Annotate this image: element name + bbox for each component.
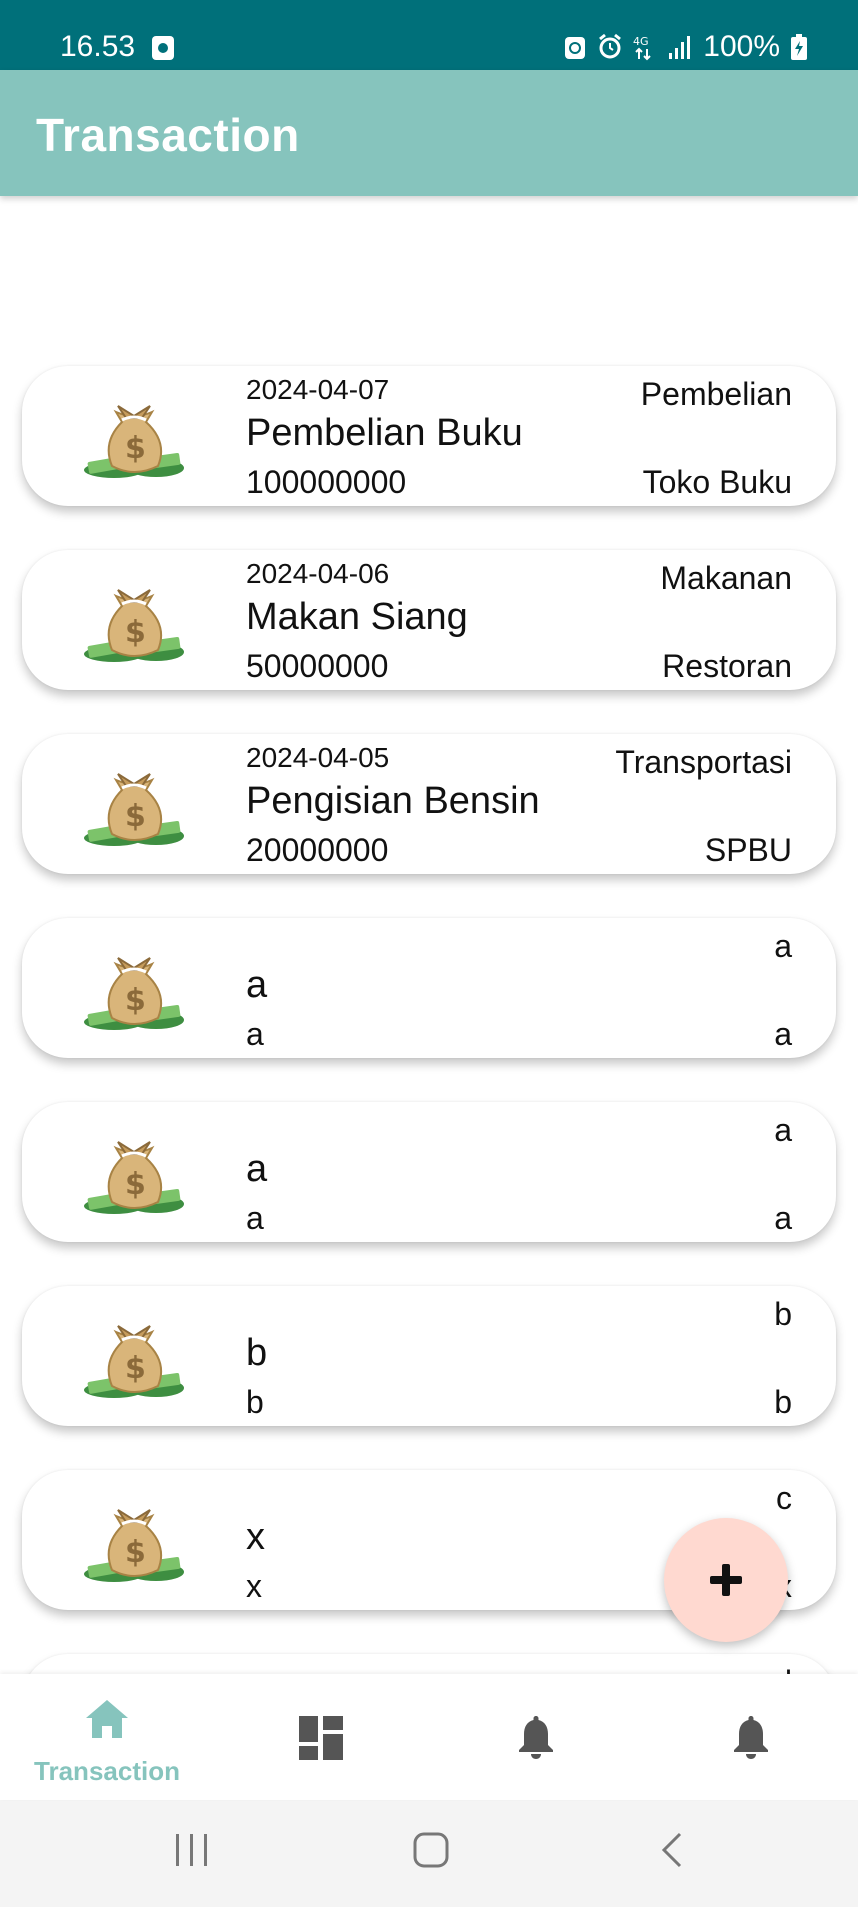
transaction-date: 2024-04-06 xyxy=(246,558,390,589)
transaction-amount: 50000000 xyxy=(246,648,389,684)
money-bag-icon: $ xyxy=(82,1122,186,1226)
transaction-card[interactable]: $ 2024-04-07 Pembelian Buku 100000000 Pe… xyxy=(22,366,836,506)
app-bar: Transaction xyxy=(0,70,858,196)
add-transaction-button[interactable] xyxy=(664,1518,788,1642)
transaction-card[interactable]: $ a a a a xyxy=(22,1102,836,1242)
transaction-category: d xyxy=(774,1664,792,1674)
transaction-title: Pembelian Buku xyxy=(246,412,523,454)
nav-label-transaction: Transaction xyxy=(34,1756,180,1786)
transaction-date: 2024-04-07 xyxy=(246,374,390,405)
alarm-icon xyxy=(597,33,622,61)
transaction-place: a xyxy=(774,1016,792,1052)
svg-text:$: $ xyxy=(125,1351,146,1386)
transaction-place: b xyxy=(774,1384,792,1420)
money-bag-icon: $ xyxy=(82,570,186,674)
transaction-place: Toko Buku xyxy=(642,464,792,500)
transaction-card[interactable]: d xyxy=(22,1654,836,1674)
money-bag-icon: $ xyxy=(82,938,186,1042)
nav-item-dashboard[interactable] xyxy=(214,1674,428,1800)
transaction-amount: a xyxy=(246,1200,264,1236)
home-button-icon[interactable] xyxy=(412,1830,452,1875)
status-time: 16.53 xyxy=(60,30,136,63)
nav-item-notifications[interactable] xyxy=(429,1674,643,1800)
transaction-date: 2024-04-05 xyxy=(246,742,390,773)
transaction-place: Restoran xyxy=(662,648,792,684)
transaction-place: SPBU xyxy=(704,832,792,868)
transaction-title: a xyxy=(246,964,268,1006)
transaction-title: x xyxy=(246,1516,265,1558)
svg-text:$: $ xyxy=(125,431,146,466)
transaction-title: Makan Siang xyxy=(246,596,468,638)
transaction-title: a xyxy=(246,1148,268,1190)
transaction-amount: b xyxy=(246,1384,264,1420)
svg-text:$: $ xyxy=(125,1167,146,1202)
money-bag-icon: $ xyxy=(82,1490,186,1594)
signal-icon xyxy=(667,33,693,61)
home-icon xyxy=(84,1698,130,1745)
recent-apps-icon[interactable] xyxy=(174,1830,210,1875)
money-bag-icon: $ xyxy=(82,386,186,490)
transaction-category: Transportasi xyxy=(615,744,792,780)
page-title: Transaction xyxy=(36,109,300,161)
sync-icon xyxy=(563,33,587,61)
dashboard-icon xyxy=(299,1716,343,1765)
transaction-amount: 100000000 xyxy=(246,464,407,500)
transaction-amount: x xyxy=(246,1568,262,1604)
svg-text:4G: 4G xyxy=(633,35,649,48)
transaction-title: Pengisian Bensin xyxy=(246,780,540,822)
transaction-category: Pembelian xyxy=(640,376,792,412)
network-4g-icon: 4G xyxy=(631,33,657,61)
transaction-card[interactable]: $ 2024-04-05 Pengisian Bensin 20000000 T… xyxy=(22,734,836,874)
transaction-list[interactable]: $ 2024-04-07 Pembelian Buku 100000000 Pe… xyxy=(0,196,858,1674)
transaction-category: a xyxy=(774,928,792,964)
status-bar: 16.53 4G 100% xyxy=(0,0,858,70)
svg-text:$: $ xyxy=(125,1535,146,1570)
gallery-icon xyxy=(152,36,174,60)
status-right-group: 4G 100% xyxy=(563,30,808,64)
transaction-category: b xyxy=(774,1296,792,1332)
nav-item-notifications-2[interactable] xyxy=(644,1674,858,1800)
plus-icon xyxy=(710,1564,742,1596)
bell-icon xyxy=(731,1714,771,1765)
transaction-card[interactable]: $ 2024-04-06 Makan Siang 50000000 Makana… xyxy=(22,550,836,690)
transaction-category: Makanan xyxy=(660,560,792,596)
back-icon[interactable] xyxy=(658,1830,686,1875)
svg-text:$: $ xyxy=(125,983,146,1018)
transaction-card[interactable]: $ a a a a xyxy=(22,918,836,1058)
battery-charging-icon xyxy=(790,33,808,61)
screen: 16.53 4G 100% Transaction $ 2024-04-07 P… xyxy=(0,0,858,1907)
bottom-navigation: Transaction xyxy=(0,1674,858,1800)
money-bag-icon: $ xyxy=(82,754,186,858)
transaction-title: b xyxy=(246,1332,268,1374)
battery-percent: 100% xyxy=(703,30,780,63)
transaction-category: a xyxy=(774,1112,792,1148)
transaction-card[interactable]: $ b b b b xyxy=(22,1286,836,1426)
transaction-category: c xyxy=(776,1480,792,1516)
transaction-place: a xyxy=(774,1200,792,1236)
transaction-amount: 20000000 xyxy=(246,832,389,868)
svg-text:$: $ xyxy=(125,615,146,650)
money-bag-icon: $ xyxy=(82,1306,186,1410)
system-navigation-bar xyxy=(0,1800,858,1907)
bell-icon xyxy=(516,1714,556,1765)
svg-text:$: $ xyxy=(125,799,146,834)
transaction-amount: a xyxy=(246,1016,264,1052)
nav-item-transaction[interactable]: Transaction xyxy=(0,1674,214,1800)
